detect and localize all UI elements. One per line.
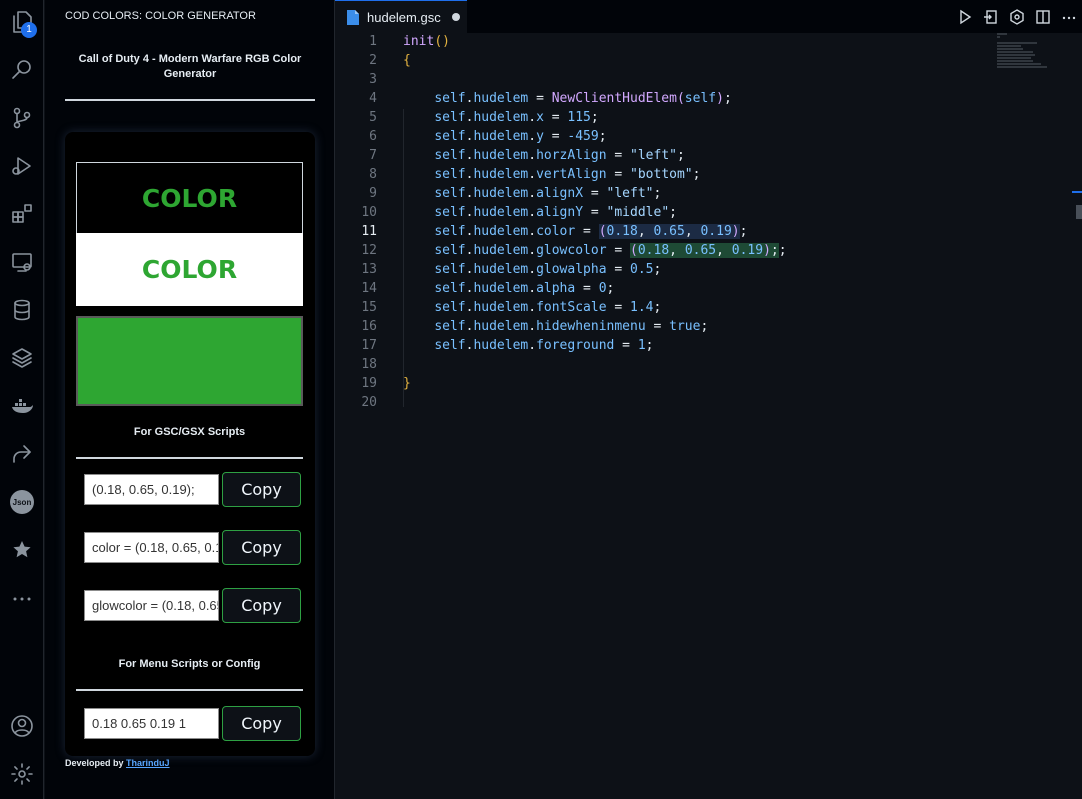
run-file-icon[interactable]: [952, 6, 978, 28]
file-icon: [347, 9, 359, 25]
preview-text-light: COLOR: [141, 255, 238, 284]
code-line: 8 self.hudelem.vertAlign = "bottom";: [369, 167, 701, 182]
code-line: 9 self.hudelem.alignX = "left";: [369, 186, 662, 201]
gsc-divider: [76, 457, 303, 459]
code-line: 3: [369, 72, 377, 87]
gsc-section-label: For GSC/GSX Scripts: [133, 426, 246, 438]
docker-icon[interactable]: [8, 392, 36, 420]
split-editor-icon[interactable]: [1030, 6, 1056, 28]
developed-by-text: Developed by: [65, 758, 127, 768]
vertical-scrollbar[interactable]: [1072, 33, 1082, 799]
more-icon[interactable]: [8, 584, 36, 612]
color-picker-swatch[interactable]: [76, 316, 303, 406]
copy-color-button[interactable]: Copy: [222, 530, 301, 565]
settings-gear-icon[interactable]: [8, 760, 36, 788]
code-line: 14 self.hudelem.alpha = 0;: [361, 281, 615, 296]
database-icon[interactable]: [8, 296, 36, 324]
json-icon[interactable]: Json: [8, 488, 36, 516]
code-line: 15 self.hudelem.fontScale = 1.4;: [361, 300, 662, 315]
menu-config-output[interactable]: 0.18 0.65 0.19 1: [84, 708, 219, 739]
explorer-badge: 1: [21, 22, 37, 38]
run-debug-icon[interactable]: [8, 152, 36, 180]
tab-label: hudelem.gsc: [367, 9, 441, 25]
code-line: 17 self.hudelem.foreground = 1;: [361, 338, 654, 353]
live-share-icon[interactable]: [8, 440, 36, 468]
activity-bar: 1 Json: [0, 0, 44, 799]
code-line: 19}: [361, 376, 411, 391]
minimap[interactable]: [997, 33, 1052, 73]
code-editor: hudelem.gsc 1 init() 2{ 3 4 self.hudelem …: [335, 0, 1082, 799]
menu-divider: [76, 689, 303, 691]
copy-glowcolor-button[interactable]: Copy: [222, 588, 301, 623]
glowcolor-assignment-output[interactable]: glowcolor = (0.18, 0.65, 0.19);: [84, 590, 219, 621]
scroll-cursor-marker: [1072, 191, 1082, 193]
code-line: 12 self.hudelem.glowcolor = (0.18, 0.65,…: [361, 243, 787, 258]
more-actions-icon[interactable]: [1056, 6, 1082, 28]
code-line: 18: [361, 357, 377, 372]
preview-text-dark: COLOR: [141, 183, 238, 213]
code-line: 1 init(): [369, 34, 450, 49]
search-icon[interactable]: [8, 55, 36, 83]
code-line: 6 self.hudelem.y = -459;: [369, 129, 607, 144]
heading-divider: [65, 99, 315, 101]
preview-light-background: COLOR: [76, 233, 303, 306]
code-line: 10 self.hudelem.alignY = "middle";: [361, 205, 677, 220]
developer-link[interactable]: TharinduJ: [126, 758, 170, 768]
copy-tuple-button[interactable]: Copy: [222, 472, 301, 507]
code-line: 2{: [369, 53, 411, 68]
code-line: 16 self.hudelem.hidewheninmenu = true;: [361, 319, 709, 334]
color-assignment-output[interactable]: color = (0.18, 0.65, 0.19);: [84, 532, 219, 563]
panel-title: COD COLORS: COLOR GENERATOR: [65, 10, 256, 22]
preview-dark-background: COLOR: [76, 162, 303, 234]
code-line: 5 self.hudelem.x = 115;: [369, 110, 599, 125]
code-line: 20: [361, 395, 377, 410]
source-control-icon[interactable]: [8, 104, 36, 132]
developer-credit: Developed by TharinduJ: [65, 758, 170, 768]
rgb-tuple-output[interactable]: (0.18, 0.65, 0.19);: [84, 474, 219, 505]
remote-explorer-icon[interactable]: [8, 248, 36, 276]
account-icon[interactable]: [8, 712, 36, 740]
extensions-icon[interactable]: [8, 200, 36, 228]
tab-bar: hudelem.gsc: [335, 0, 1082, 33]
scroll-thumb[interactable]: [1076, 205, 1082, 219]
code-line-active: 11 self.hudelem.color = (0.18, 0.65, 0.1…: [361, 224, 748, 239]
copy-menu-config-button[interactable]: Copy: [222, 706, 301, 741]
tab-hudelem-gsc[interactable]: hudelem.gsc: [335, 0, 467, 33]
app-heading: Call of Duty 4 - Modern Warfare RGB Colo…: [78, 53, 302, 80]
code-line: 13 self.hudelem.glowalpha = 0.5;: [361, 262, 662, 277]
menu-section-label: For Menu Scripts or Config: [118, 658, 261, 670]
layers-icon[interactable]: [8, 344, 36, 372]
unsaved-dot-icon[interactable]: [451, 13, 460, 21]
code-line: 7 self.hudelem.horzAlign = "left";: [369, 148, 685, 163]
starred-icon[interactable]: [8, 536, 36, 564]
extension-action-icon[interactable]: [1004, 6, 1030, 28]
editor-actions: [952, 0, 1082, 33]
code-line: 4 self.hudelem = NewClientHudElem(self);: [369, 91, 732, 106]
open-changes-icon[interactable]: [978, 6, 1004, 28]
color-generator-panel: COD COLORS: COLOR GENERATOR Call of Duty…: [45, 0, 335, 799]
